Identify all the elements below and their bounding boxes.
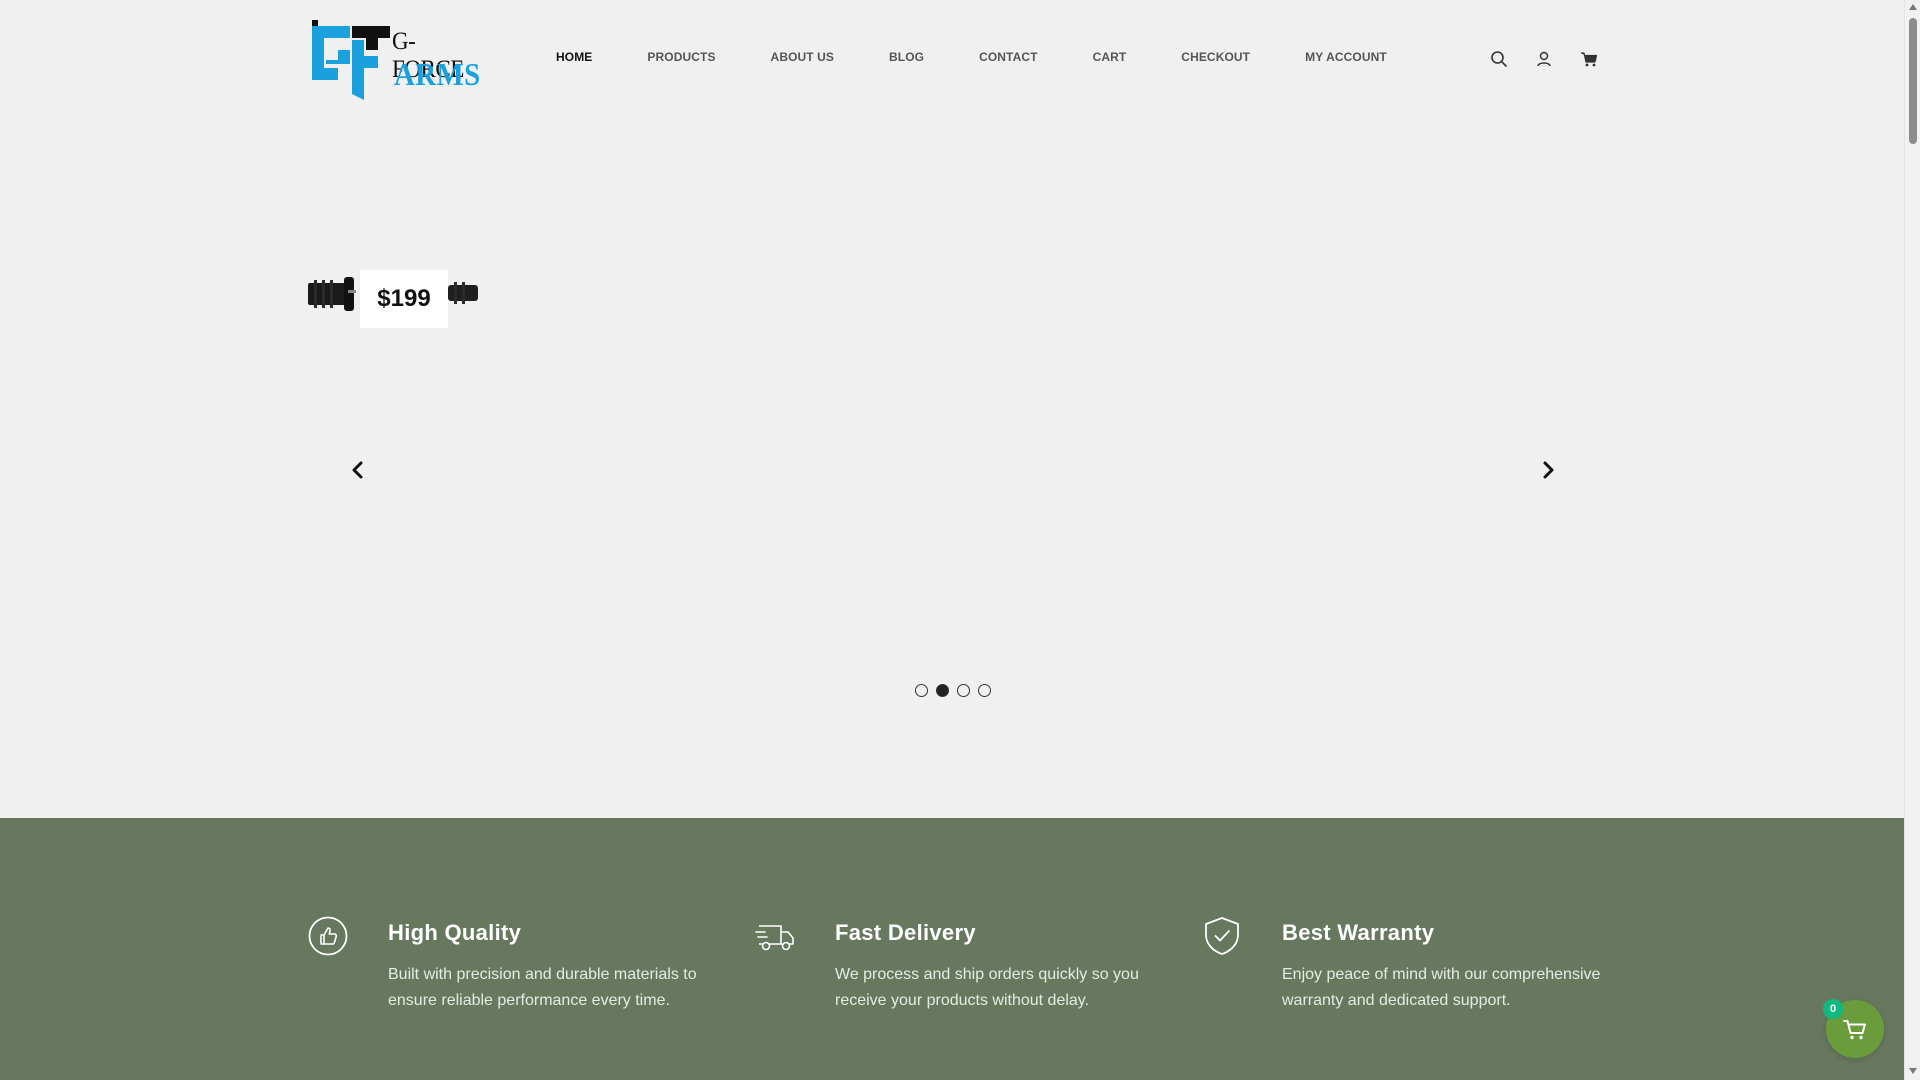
features-section: High Quality Built with precision and du… [0, 818, 1904, 1080]
thumbs-up-icon [308, 916, 348, 956]
price-badge: $199 [360, 270, 448, 328]
hero-slider: $199 [0, 120, 1904, 818]
search-icon[interactable] [1490, 50, 1508, 68]
scroll-down-icon[interactable] [1909, 1068, 1917, 1074]
main-nav: HOME PRODUCTS ABOUT US BLOG CONTACT CART… [556, 50, 1442, 70]
feature-title: Best Warranty [1282, 920, 1435, 945]
feature-title: Fast Delivery [835, 920, 976, 945]
chevron-right-icon[interactable] [1536, 458, 1560, 482]
header-actions [1490, 50, 1598, 68]
feature-description: Enjoy peace of mind with our comprehensi… [1282, 966, 1601, 1009]
nav-item-checkout[interactable]: CHECKOUT [1181, 50, 1250, 70]
slider-dot-4[interactable] [978, 684, 991, 697]
site-header: G-FORCE ARMS HOME PRODUCTS ABOUT US BLOG… [0, 0, 1904, 120]
cart-icon[interactable] [1580, 50, 1598, 68]
feature-description: We process and ship orders quickly so yo… [835, 966, 1139, 1009]
nav-item-my-account[interactable]: MY ACCOUNT [1305, 50, 1387, 70]
cart-count-badge: 0 [1823, 999, 1843, 1019]
scroll-up-icon[interactable] [1909, 4, 1917, 10]
nav-item-about-us[interactable]: ABOUT US [771, 50, 834, 70]
logo-mark-icon [312, 20, 390, 100]
nav-item-home[interactable]: HOME [556, 50, 592, 70]
feature-description: Built with precision and durable materia… [388, 966, 697, 1009]
cart-icon [1843, 1020, 1866, 1040]
nav-item-cart[interactable]: CART [1093, 50, 1127, 70]
site-logo[interactable]: G-FORCE ARMS [308, 20, 481, 102]
shield-check-icon [1205, 917, 1239, 955]
slider-dot-2[interactable] [936, 684, 949, 697]
user-icon[interactable] [1535, 50, 1553, 68]
slider-pagination [915, 684, 991, 697]
chevron-left-icon[interactable] [346, 458, 370, 482]
slider-dot-3[interactable] [957, 684, 970, 697]
nav-item-contact[interactable]: CONTACT [979, 50, 1037, 70]
page: G-FORCE ARMS HOME PRODUCTS ABOUT US BLOG… [0, 0, 1904, 1080]
feature-title: High Quality [388, 920, 522, 945]
nav-item-blog[interactable]: BLOG [889, 50, 924, 70]
logo-text-line2: ARMS [394, 56, 481, 92]
scrollbar-thumb[interactable] [1909, 18, 1917, 144]
slider-dot-1[interactable] [915, 684, 928, 697]
delivery-truck-icon [755, 925, 794, 951]
page-scrollbar[interactable] [1904, 0, 1920, 1080]
nav-item-products[interactable]: PRODUCTS [647, 50, 715, 70]
